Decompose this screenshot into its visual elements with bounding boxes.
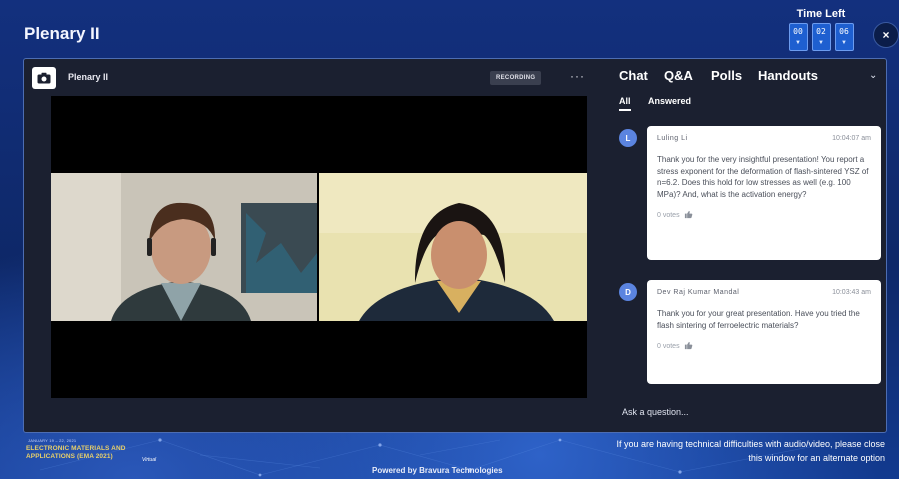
timer-hours-value: 00 xyxy=(793,27,803,36)
page-title: Plenary II xyxy=(24,24,100,43)
notice-line-2: this window for an alternate option xyxy=(748,453,885,463)
question-votes: 0 votes xyxy=(657,341,871,352)
video-header: Plenary II RECORDING ··· xyxy=(32,67,592,91)
event-name: Electronic Materials and Applications (E… xyxy=(26,445,126,461)
more-options-button[interactable]: ··· xyxy=(570,69,585,83)
powered-by: Powered by Bravura Technologies xyxy=(372,466,503,475)
question-author: Luling Li xyxy=(657,135,688,142)
timer-minutes: 02 ▼ xyxy=(811,23,831,51)
participant-video-1 xyxy=(51,173,317,321)
recording-badge: RECORDING xyxy=(490,71,542,85)
vote-count: 0 votes xyxy=(657,212,680,219)
question-time: 10:04:07 am xyxy=(832,135,871,142)
event-name-line-2: Applications (EMA 2021) xyxy=(26,453,113,460)
camera-icon[interactable] xyxy=(32,67,56,89)
ask-question-input[interactable]: Ask a question... xyxy=(622,407,689,417)
question-author: Dev Raj Kumar Mandal xyxy=(657,289,740,296)
timer-minutes-value: 02 xyxy=(816,27,826,36)
video-title: Plenary II xyxy=(68,72,109,82)
tab-qa[interactable]: Q&A xyxy=(664,68,693,83)
subtab-answered[interactable]: Answered xyxy=(648,96,691,106)
participant-video-2 xyxy=(319,173,587,321)
question-votes: 0 votes xyxy=(657,210,871,221)
question-card: Luling Li 10:04:07 am Thank you for the … xyxy=(647,126,881,260)
event-logo: JANUARY 19 – 22, 2021 Electronic Materia… xyxy=(24,438,174,474)
question-time: 10:03:43 am xyxy=(832,289,871,296)
timer-hours: 00 ▼ xyxy=(788,23,808,51)
side-tabs: Chat Q&A Polls Handouts ⌄ xyxy=(619,68,881,88)
time-left-timer: Time Left 00 ▼ 02 ▼ 06 ▼ xyxy=(786,8,856,51)
technical-difficulties-notice: If you are having technical difficulties… xyxy=(525,437,886,465)
question-card: Dev Raj Kumar Mandal 10:03:43 am Thank y… xyxy=(647,280,881,384)
event-format: Virtual xyxy=(142,457,157,463)
tab-polls[interactable]: Polls xyxy=(711,68,742,83)
tab-chat[interactable]: Chat xyxy=(619,68,648,83)
avatar: L xyxy=(619,129,637,147)
tab-handouts[interactable]: Handouts xyxy=(758,68,818,83)
timer-seconds: 06 ▼ xyxy=(834,23,854,51)
thumbs-up-icon[interactable] xyxy=(684,210,693,221)
timer-seconds-arrow: ▼ xyxy=(841,40,847,46)
video-player[interactable] xyxy=(51,96,587,398)
question-text: Thank you for your great presentation. H… xyxy=(657,309,860,330)
event-date: JANUARY 19 – 22, 2021 xyxy=(28,438,77,443)
time-left-label: Time Left xyxy=(796,8,846,20)
chevron-down-icon[interactable]: ⌄ xyxy=(869,70,877,81)
notice-line-1: If you are having technical difficulties… xyxy=(616,439,886,449)
event-name-line-1: Electronic Materials and xyxy=(26,445,126,452)
timer-minutes-arrow: ▼ xyxy=(818,40,824,46)
subtab-all[interactable]: All xyxy=(619,96,631,111)
avatar: D xyxy=(619,283,637,301)
close-button[interactable]: × xyxy=(873,22,899,48)
timer-seconds-value: 06 xyxy=(839,27,849,36)
vote-count: 0 votes xyxy=(657,343,680,350)
question-text: Thank you for the very insightful presen… xyxy=(657,155,869,199)
thumbs-up-icon[interactable] xyxy=(684,341,693,352)
timer-hours-arrow: ▼ xyxy=(795,40,801,46)
